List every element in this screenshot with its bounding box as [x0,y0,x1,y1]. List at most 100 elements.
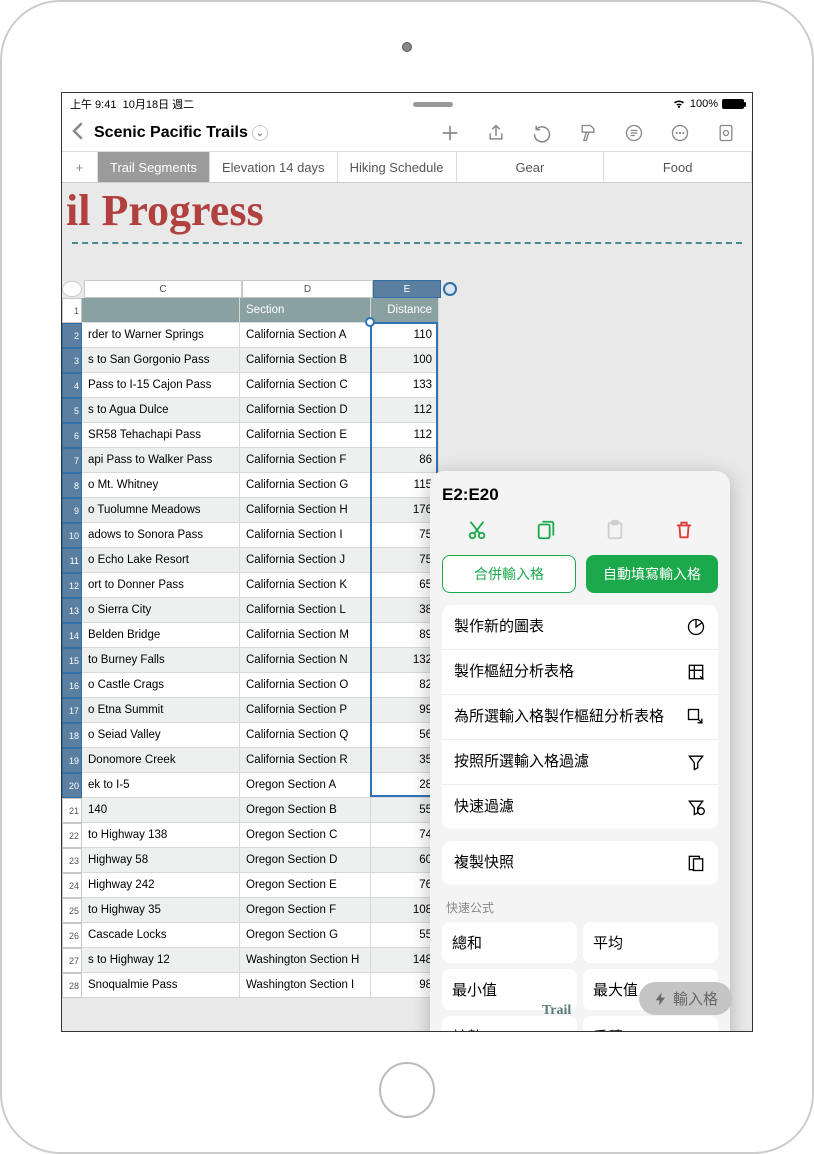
cell-distance[interactable]: 75 [371,548,439,573]
row-header[interactable]: 17 [62,698,82,723]
delete-icon[interactable] [673,519,695,541]
cell-distance[interactable]: 108 [371,898,439,923]
row-header[interactable]: 4 [62,373,82,398]
row-header[interactable]: 9 [62,498,82,523]
cell-section[interactable]: California Section F [240,448,371,473]
back-button[interactable] [68,121,88,146]
row-header[interactable]: 24 [62,873,82,898]
merge-cells-button[interactable]: 合併輸入格 [442,555,576,593]
cell-section[interactable]: California Section R [240,748,371,773]
cell-section[interactable]: California Section A [240,323,371,348]
cell-distance[interactable]: 112 [371,398,439,423]
cell-trail[interactable]: o Sierra City [82,598,240,623]
cell-section[interactable]: Oregon Section D [240,848,371,873]
row-header[interactable]: 22 [62,823,82,848]
document-title[interactable]: Scenic Pacific Trails ⌄ [94,124,268,142]
table-row[interactable]: 26Cascade LocksOregon Section G55 [62,923,459,948]
quick-formula-平均[interactable]: 平均 [583,922,718,963]
row-header[interactable]: 19 [62,748,82,773]
cell-distance[interactable]: 86 [371,448,439,473]
cell-trail[interactable]: Highway 242 [82,873,240,898]
table-row[interactable]: 14Belden BridgeCalifornia Section M89 [62,623,459,648]
menu-item[interactable]: 製作新的圖表 [442,605,718,650]
cell-distance[interactable]: 176 [371,498,439,523]
add-sheet-button[interactable]: + [62,152,98,182]
cell-section[interactable]: Oregon Section E [240,873,371,898]
cell-distance[interactable]: 76 [371,873,439,898]
share-button[interactable] [476,119,516,147]
cell-trail[interactable]: o Seiad Valley [82,723,240,748]
row-header[interactable]: 7 [62,448,82,473]
table-corner-handle[interactable] [62,281,82,297]
cell-distance[interactable]: 55 [371,923,439,948]
more-button[interactable] [660,119,700,147]
cell-section[interactable]: California Section K [240,573,371,598]
cell-section[interactable]: California Section I [240,523,371,548]
cell-distance[interactable]: 148 [371,948,439,973]
table-row[interactable]: 21140Oregon Section B55 [62,798,459,823]
cell-trail[interactable]: Highway 58 [82,848,240,873]
cell-trail[interactable]: s to Highway 12 [82,948,240,973]
table-row[interactable]: 24Highway 242Oregon Section E76 [62,873,459,898]
cell-section[interactable]: Washington Section H [240,948,371,973]
home-button[interactable] [379,1062,435,1118]
row-header[interactable]: 18 [62,723,82,748]
menu-item[interactable]: 快速過濾 [442,785,718,829]
cell-trail[interactable]: o Etna Summit [82,698,240,723]
cell-section[interactable]: California Section J [240,548,371,573]
quick-formula-總和[interactable]: 總和 [442,922,577,963]
cell-distance[interactable]: 35 [371,748,439,773]
table-row[interactable]: 27s to Highway 12Washington Section H148 [62,948,459,973]
table-row[interactable]: 12ort to Donner PassCalifornia Section K… [62,573,459,598]
tab-hiking-schedule[interactable]: Hiking Schedule [338,152,457,182]
row-header[interactable]: 1 [62,298,82,323]
cell-trail[interactable]: ek to I-5 [82,773,240,798]
column-header-c[interactable]: C [84,280,242,298]
multitask-pill[interactable] [413,102,453,107]
table-row[interactable]: 7api Pass to Walker PassCalifornia Secti… [62,448,459,473]
paste-icon[interactable] [604,519,626,541]
cell-trail[interactable]: s to Agua Dulce [82,398,240,423]
column-header-e[interactable]: E [373,280,441,298]
cell-section[interactable]: Oregon Section F [240,898,371,923]
table-row[interactable]: 22to Highway 138Oregon Section C74 [62,823,459,848]
row-header[interactable]: 25 [62,898,82,923]
cell-distance[interactable]: 115 [371,473,439,498]
table-row[interactable]: 20ek to I-5Oregon Section A28 [62,773,459,798]
cell-trail[interactable]: Pass to I-15 Cajon Pass [82,373,240,398]
cell-trail[interactable]: to Highway 138 [82,823,240,848]
cell-section[interactable]: Oregon Section A [240,773,371,798]
column-resize-handle[interactable] [443,282,457,296]
table-row[interactable]: 19Donomore CreekCalifornia Section R35 [62,748,459,773]
row-header[interactable]: 3 [62,348,82,373]
cell-trail[interactable]: s to San Gorgonio Pass [82,348,240,373]
row-header[interactable]: 8 [62,473,82,498]
cell-trail[interactable]: adows to Sonora Pass [82,523,240,548]
cell-distance[interactable]: 112 [371,423,439,448]
cell-distance[interactable]: 60 [371,848,439,873]
table-row[interactable]: 3s to San Gorgonio PassCalifornia Sectio… [62,348,459,373]
autofill-button[interactable]: 自動填寫輸入格 [586,555,718,593]
table-row[interactable]: 25to Highway 35Oregon Section F108 [62,898,459,923]
table-row[interactable]: 4Pass to I-15 Cajon PassCalifornia Secti… [62,373,459,398]
cell-trail[interactable]: 140 [82,798,240,823]
cell-trail[interactable] [82,298,240,323]
cell-mode-button[interactable]: 輸入格 [639,982,732,1015]
cell-section[interactable]: California Section M [240,623,371,648]
cell-section[interactable]: California Section E [240,423,371,448]
cell-section[interactable]: California Section H [240,498,371,523]
cell-distance[interactable]: 28 [371,773,439,798]
table-row[interactable]: 5s to Agua DulceCalifornia Section D112 [62,398,459,423]
table-row[interactable]: 17o Etna SummitCalifornia Section P99 [62,698,459,723]
cell-trail[interactable]: o Castle Crags [82,673,240,698]
row-header[interactable]: 28 [62,973,82,998]
tab-food[interactable]: Food [604,152,752,182]
table-row[interactable]: 13o Sierra CityCalifornia Section L38 [62,598,459,623]
row-header[interactable]: 11 [62,548,82,573]
cell-distance[interactable]: 38 [371,598,439,623]
insert-button[interactable] [430,119,470,147]
row-header[interactable]: 21 [62,798,82,823]
cell-section[interactable]: California Section P [240,698,371,723]
cell-distance[interactable]: Distance [371,298,439,323]
cell-section[interactable]: California Section B [240,348,371,373]
